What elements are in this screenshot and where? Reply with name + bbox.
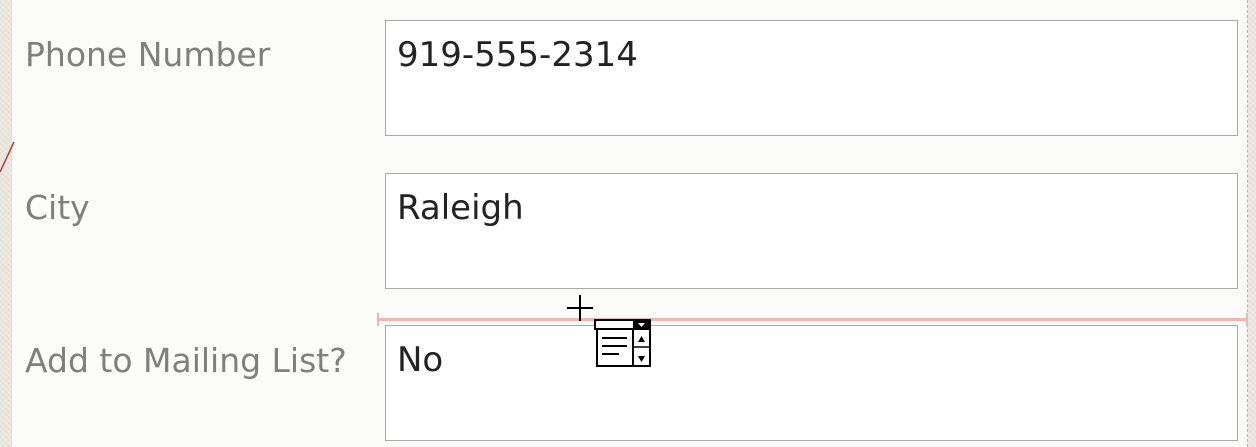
city-label[interactable]: City xyxy=(25,191,90,224)
edge-line xyxy=(0,141,15,173)
phone-number-value: 919-555-2314 xyxy=(397,35,638,75)
mailing-list-field[interactable]: No xyxy=(385,325,1238,441)
right-margin-guide xyxy=(1247,0,1248,447)
city-value: Raleigh xyxy=(397,188,524,228)
insertion-line-left-cap xyxy=(377,313,379,326)
mailing-list-label[interactable]: Add to Mailing List? xyxy=(25,344,347,377)
crosshair-icon xyxy=(567,295,593,321)
insertion-line-right-cap xyxy=(1246,313,1248,326)
combo-box-drag-icon xyxy=(594,319,651,367)
mailing-list-value: No xyxy=(397,340,444,380)
city-field[interactable]: Raleigh xyxy=(385,173,1238,289)
insertion-line xyxy=(377,313,1248,326)
phone-number-field[interactable]: 919-555-2314 xyxy=(385,20,1238,136)
phone-number-label[interactable]: Phone Number xyxy=(25,38,270,71)
